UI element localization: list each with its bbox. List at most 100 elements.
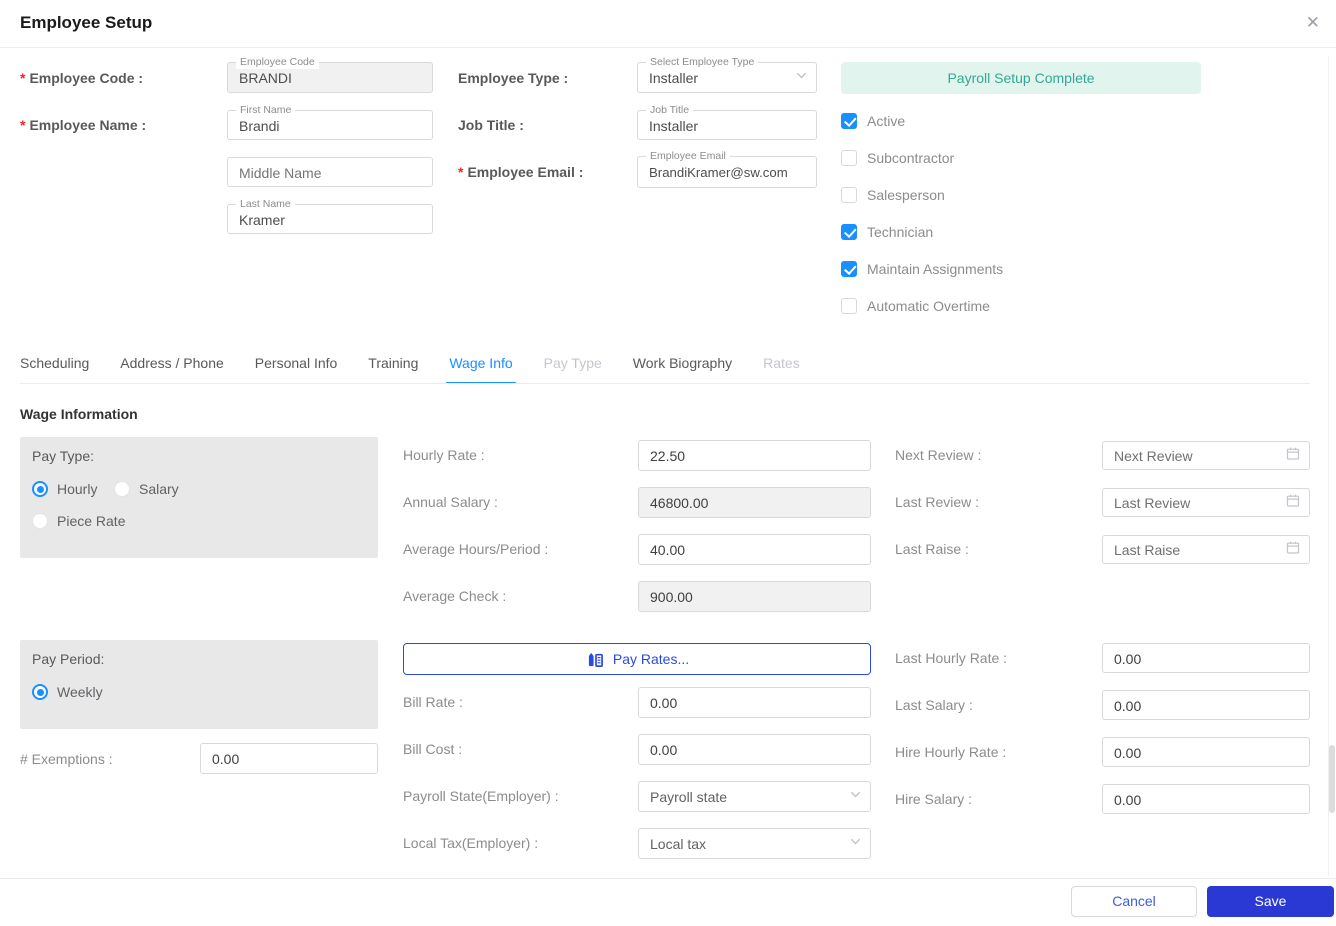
bill-cost-label: Bill Cost : bbox=[403, 741, 463, 757]
radio-label: Hourly bbox=[57, 481, 98, 497]
employee-code-label: * Employee Code : bbox=[20, 70, 144, 86]
tab-pay-type[interactable]: Pay Type bbox=[544, 355, 602, 384]
tab-scheduling[interactable]: Scheduling bbox=[20, 355, 89, 384]
average-check-value: 900.00 bbox=[650, 589, 693, 605]
hourly-rate-input[interactable]: 22.50 bbox=[638, 440, 871, 471]
employee-email-input[interactable]: Employee Email BrandiKramer@sw.com bbox=[637, 149, 817, 188]
annual-salary-value: 46800.00 bbox=[650, 495, 709, 511]
scrollbar-thumb[interactable] bbox=[1329, 745, 1335, 813]
pay-period-panel-label: Pay Period: bbox=[32, 651, 105, 667]
local-tax-label: Local Tax(Employer) : bbox=[403, 835, 539, 851]
calendar-icon bbox=[1286, 493, 1300, 512]
chevron-down-icon bbox=[795, 69, 808, 87]
last-raise-placeholder: Last Raise bbox=[1114, 542, 1181, 558]
save-button[interactable]: Save bbox=[1207, 886, 1334, 917]
money-rates-icon bbox=[585, 650, 604, 669]
middle-name-input[interactable]: Middle Name bbox=[227, 157, 433, 187]
last-salary-value: 0.00 bbox=[1114, 698, 1142, 714]
checkbox-active[interactable]: Active bbox=[841, 112, 905, 129]
next-review-label: Next Review : bbox=[895, 447, 982, 463]
checkbox-automatic-overtime[interactable]: Automatic Overtime bbox=[841, 297, 990, 314]
section-title: Wage Information bbox=[20, 406, 138, 422]
chevron-down-icon bbox=[849, 788, 862, 806]
cancel-button[interactable]: Cancel bbox=[1071, 886, 1197, 917]
job-title-input[interactable]: Job Title Installer bbox=[637, 103, 817, 140]
exemptions-value: 0.00 bbox=[212, 751, 240, 767]
bill-rate-value: 0.00 bbox=[650, 695, 678, 711]
tab-address-phone[interactable]: Address / Phone bbox=[120, 355, 224, 384]
checkbox-technician[interactable]: Technician bbox=[841, 223, 933, 240]
pay-type-panel: Pay Type: Hourly Salary Piece Rate bbox=[20, 437, 378, 558]
last-review-datepicker[interactable]: Last Review bbox=[1102, 488, 1310, 517]
bill-rate-label: Bill Rate : bbox=[403, 694, 463, 710]
employee-type-float-label: Select Employee Type bbox=[646, 55, 759, 69]
chevron-down-icon bbox=[849, 835, 862, 853]
pay-rates-button[interactable]: Pay Rates... bbox=[403, 643, 871, 675]
header-divider bbox=[0, 47, 1336, 48]
radio-label: Piece Rate bbox=[57, 513, 126, 529]
radio-circle bbox=[32, 684, 48, 700]
tab-personal-info[interactable]: Personal Info bbox=[255, 355, 338, 384]
last-review-placeholder: Last Review bbox=[1114, 495, 1191, 511]
close-icon[interactable]: ✕ bbox=[1306, 13, 1320, 33]
checkbox-label: Active bbox=[867, 112, 906, 129]
tab-rates[interactable]: Rates bbox=[763, 355, 800, 384]
hire-salary-input[interactable]: 0.00 bbox=[1102, 784, 1310, 814]
bill-rate-input[interactable]: 0.00 bbox=[638, 687, 871, 718]
payroll-state-select[interactable]: Payroll state bbox=[638, 781, 871, 812]
checkbox-label: Maintain Assignments bbox=[867, 260, 1004, 277]
checkbox-salesperson[interactable]: Salesperson bbox=[841, 186, 945, 203]
employee-email-label: * Employee Email : bbox=[458, 164, 584, 180]
hire-salary-label: Hire Salary : bbox=[895, 791, 973, 807]
employee-type-select[interactable]: Select Employee Type Installer bbox=[637, 55, 817, 93]
checkbox-subcontractor[interactable]: Subcontractor bbox=[841, 149, 954, 166]
exemptions-input[interactable]: 0.00 bbox=[200, 743, 378, 774]
job-title-label: Job Title : bbox=[458, 117, 524, 133]
checkbox-maintain-assignments[interactable]: Maintain Assignments bbox=[841, 260, 1003, 277]
checkbox-box bbox=[841, 112, 857, 129]
hourly-rate-value: 22.50 bbox=[650, 448, 686, 464]
first-name-input[interactable]: First Name Brandi bbox=[227, 103, 433, 140]
tab-wage-info[interactable]: Wage Info bbox=[446, 355, 516, 384]
radio-piece-rate[interactable]: Piece Rate bbox=[32, 513, 125, 529]
employee-name-label: * Employee Name : bbox=[20, 117, 147, 133]
employee-email-float-label: Employee Email bbox=[646, 149, 730, 163]
last-raise-datepicker[interactable]: Last Raise bbox=[1102, 535, 1310, 564]
hourly-rate-label: Hourly Rate : bbox=[403, 447, 485, 463]
checkbox-label: Technician bbox=[867, 223, 934, 240]
footer-divider bbox=[0, 878, 1336, 879]
checkbox-box bbox=[841, 260, 857, 277]
checkbox-label: Automatic Overtime bbox=[867, 297, 990, 314]
next-review-datepicker[interactable]: Next Review bbox=[1102, 441, 1310, 470]
radio-hourly[interactable]: Hourly bbox=[32, 481, 97, 497]
local-tax-select[interactable]: Local tax bbox=[638, 828, 871, 859]
required-mark: * bbox=[458, 164, 464, 180]
last-name-input[interactable]: Last Name Kramer bbox=[227, 197, 433, 234]
hire-hourly-rate-input[interactable]: 0.00 bbox=[1102, 737, 1310, 767]
average-hours-input[interactable]: 40.00 bbox=[638, 534, 871, 565]
checkbox-box bbox=[841, 297, 857, 314]
last-salary-input[interactable]: 0.00 bbox=[1102, 690, 1310, 720]
tabs-divider bbox=[20, 383, 1310, 384]
radio-label: Weekly bbox=[57, 684, 103, 700]
tab-work-biography[interactable]: Work Biography bbox=[633, 355, 732, 384]
job-title-float-label: Job Title bbox=[646, 103, 694, 117]
tab-training[interactable]: Training bbox=[368, 355, 418, 384]
last-hourly-rate-input[interactable]: 0.00 bbox=[1102, 643, 1310, 673]
payroll-setup-complete-button[interactable]: Payroll Setup Complete bbox=[841, 62, 1201, 94]
employee-code-input[interactable]: Employee Code BRANDI bbox=[227, 55, 433, 93]
average-check-input: 900.00 bbox=[638, 581, 871, 612]
radio-circle bbox=[32, 481, 48, 497]
calendar-icon bbox=[1286, 540, 1300, 559]
radio-salary[interactable]: Salary bbox=[114, 481, 179, 497]
required-mark: * bbox=[20, 117, 26, 133]
next-review-placeholder: Next Review bbox=[1114, 448, 1193, 464]
bill-cost-input[interactable]: 0.00 bbox=[638, 734, 871, 765]
radio-weekly[interactable]: Weekly bbox=[32, 684, 103, 700]
page-title: Employee Setup bbox=[20, 13, 153, 32]
first-name-float-label: First Name bbox=[236, 103, 296, 117]
payroll-state-placeholder: Payroll state bbox=[650, 789, 728, 805]
payroll-state-label: Payroll State(Employer) : bbox=[403, 788, 559, 804]
pay-type-panel-label: Pay Type: bbox=[32, 448, 95, 464]
checkbox-label: Subcontractor bbox=[867, 149, 955, 166]
